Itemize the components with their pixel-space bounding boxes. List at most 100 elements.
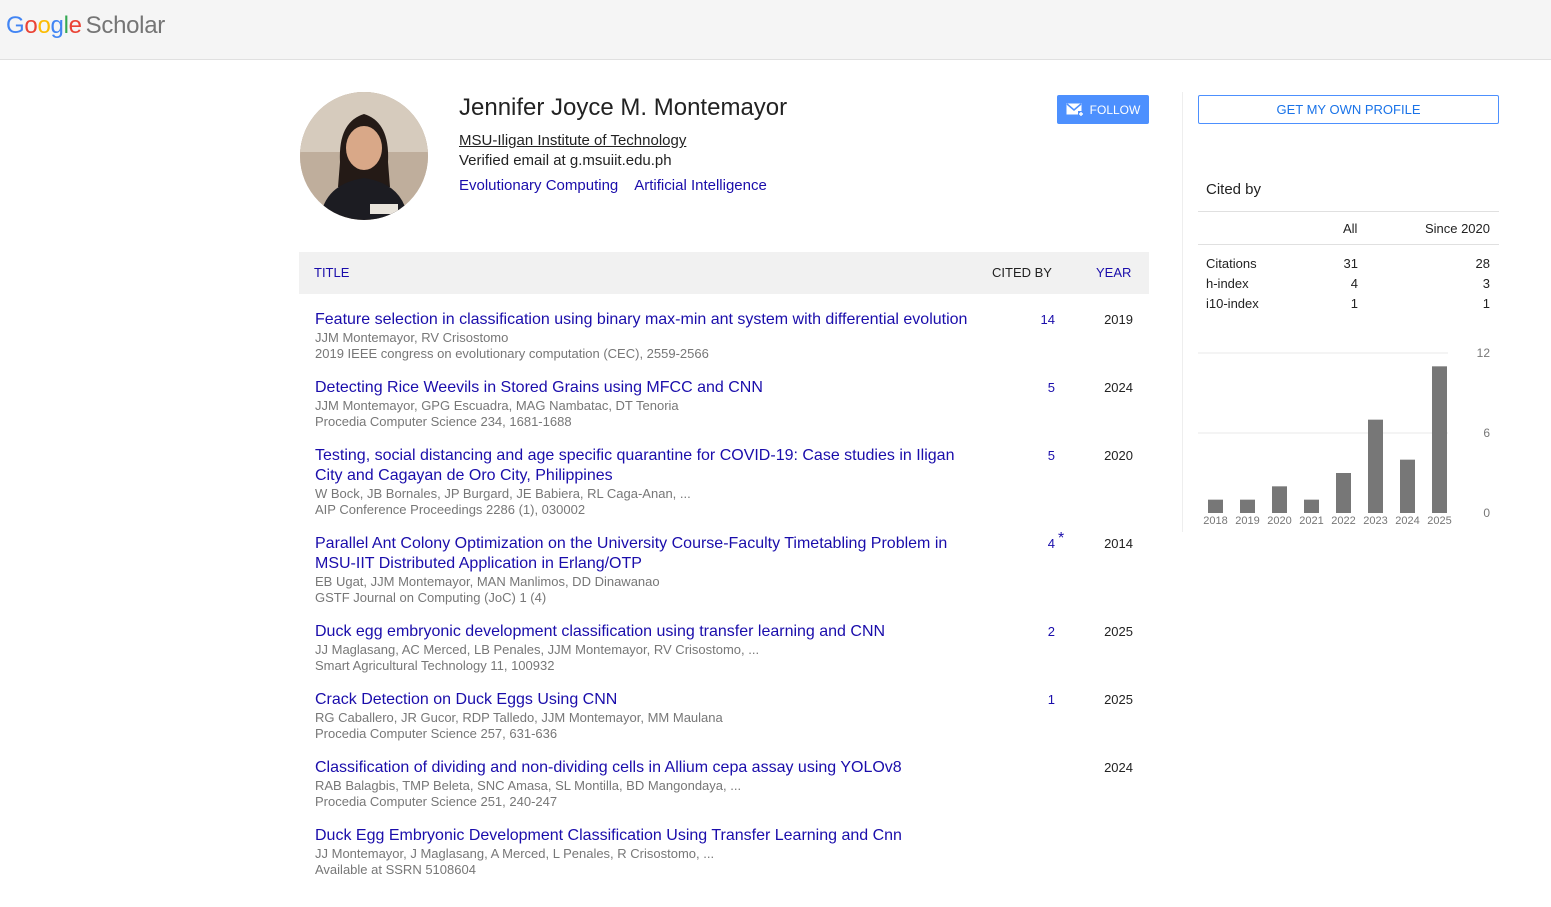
metric-label[interactable]: h-index [1206,276,1249,291]
profile-email: Verified email at g.msuiit.edu.ph [459,152,672,169]
metric-row: i10-index 1 1 [1198,294,1499,314]
chart-xtick-label: 2024 [1395,515,1419,527]
sort-by-cited[interactable]: CITED BY [992,265,1052,280]
metric-label[interactable]: Citations [1206,256,1257,271]
research-interests: Evolutionary Computing Artificial Intelli… [459,177,783,194]
article-title-link[interactable]: Parallel Ant Colony Optimization on the … [315,534,970,574]
get-my-own-profile-button[interactable]: GET MY OWN PROFILE [1198,95,1499,124]
article-authors: W Bock, JB Bornales, JP Burgard, JE Babi… [315,486,691,501]
article-title-link[interactable]: Feature selection in classification usin… [315,310,970,330]
col-since: Since 2020 [1424,221,1490,236]
citation-metrics-table: All Since 2020 Citations 31 28 h-index 4… [1198,211,1499,314]
chart-xtick-label: 2018 [1203,515,1227,527]
articles-table-header: TITLE CITED BY YEAR [299,252,1149,294]
article-row: Feature selection in classification usin… [315,310,1149,362]
article-title-link[interactable]: Duck Egg Embryonic Development Classific… [315,826,970,846]
interest-link[interactable]: Artificial Intelligence [634,177,767,194]
article-year: 2025 [1104,624,1133,639]
article-row: Crack Detection on Duck Eggs Using CNN R… [315,690,1149,742]
article-title-link[interactable]: Detecting Rice Weevils in Stored Grains … [315,378,970,398]
article-row: Testing, social distancing and age speci… [315,446,1149,518]
metric-all: 31 [1343,256,1358,271]
article-venue: GSTF Journal on Computing (JoC) 1 (4) [315,590,547,605]
chart-xtick-label: 2020 [1267,515,1291,527]
article-year: 2020 [1104,448,1133,463]
chart-bar-2022[interactable] [1336,473,1351,513]
article-venue: 2019 IEEE congress on evolutionary compu… [315,346,709,361]
profile-affiliation-link[interactable]: MSU-Iligan Institute of Technology [459,132,686,149]
profile-name: Jennifer Joyce M. Montemayor [459,94,788,121]
article-cited-count[interactable]: 5 [1015,448,1055,463]
article-row: Parallel Ant Colony Optimization on the … [315,530,1149,606]
article-row: Duck Egg Embryonic Development Classific… [315,826,1149,878]
metric-all: 4 [1350,276,1358,291]
article-row: Detecting Rice Weevils in Stored Grains … [315,378,1149,430]
metric-row: h-index 4 3 [1198,274,1499,294]
article-venue: Procedia Computer Science 257, 631-636 [315,726,558,741]
metric-since: 28 [1475,256,1490,271]
top-bar: Google Scholar [0,0,1551,60]
chart-bar-2025[interactable] [1432,366,1447,513]
article-authors: JJM Montemayor, RV Crisostomo [315,330,509,345]
metrics-header: All Since 2020 [1198,212,1499,245]
article-title-link[interactable]: Duck egg embryonic development classific… [315,622,970,642]
article-cited-count[interactable]: 14 [1015,312,1055,327]
article-authors: JJ Montemayor, J Maglasang, A Merced, L … [315,846,715,861]
article-cited-count[interactable]: 2 [1015,624,1055,639]
sort-by-year[interactable]: YEAR [1096,265,1131,280]
article-title-link[interactable]: Crack Detection on Duck Eggs Using CNN [315,690,970,710]
article-cited-count[interactable]: 4 [1015,536,1055,551]
article-authors: RG Caballero, JR Gucor, RDP Talledo, JJM… [315,710,723,725]
cited-by-heading: Cited by [1206,181,1262,198]
chart-bar-2024[interactable] [1400,459,1415,513]
merged-citations-star[interactable]: * [1058,530,1064,548]
article-cited-count[interactable]: 5 [1015,380,1055,395]
article-venue: Procedia Computer Science 234, 1681-1688 [315,414,572,429]
chart-bar-2020[interactable] [1272,486,1287,513]
col-all: All [1343,221,1358,236]
article-authors: EB Ugat, JJM Montemayor, MAN Manlimos, D… [315,574,660,589]
follow-button[interactable]: FOLLOW [1057,95,1149,124]
citations-per-year-chart: 12 6 0 2018 2019 2020 2021 2022 2023 2024 2025 [1198,346,1491,527]
article-venue: Available at SSRN 5108604 [315,862,476,877]
article-row: Classification of dividing and non-divid… [315,758,1149,810]
article-venue: Procedia Computer Science 251, 240-247 [315,794,558,809]
chart-xtick-label: 2025 [1427,515,1451,527]
article-venue: AIP Conference Proceedings 2286 (1), 030… [315,502,586,517]
article-title-link[interactable]: Testing, social distancing and age speci… [315,446,970,486]
chart-xtick-label: 2021 [1299,515,1323,527]
chart-ytick-label: 0 [1483,506,1490,520]
metric-since: 3 [1482,276,1490,291]
article-year: 2024 [1104,380,1133,395]
chart-ytick-label: 6 [1483,426,1490,440]
article-venue: Smart Agricultural Technology 11, 100932 [315,658,555,673]
chart-ytick-label: 12 [1477,346,1491,360]
article-cited-count[interactable]: 1 [1015,692,1055,707]
chart-bar-2021[interactable] [1304,499,1319,513]
chart-bar-2023[interactable] [1368,419,1383,513]
metric-row: Citations 31 28 [1198,254,1499,274]
article-year: 2025 [1104,692,1133,707]
chart-bar-2018[interactable] [1208,499,1223,513]
chart-bar-2019[interactable] [1240,499,1255,513]
article-title-link[interactable]: Classification of dividing and non-divid… [315,758,970,778]
metric-all: 1 [1350,296,1358,311]
article-year: 2014 [1104,536,1133,551]
chart-xtick-label: 2022 [1331,515,1355,527]
sort-by-title[interactable]: TITLE [314,265,349,280]
interest-link[interactable]: Evolutionary Computing [459,177,618,194]
metric-label[interactable]: i10-index [1206,296,1259,311]
google-scholar-logo[interactable]: Google Scholar [6,12,165,40]
article-authors: JJM Montemayor, GPG Escuadra, MAG Nambat… [315,398,679,413]
profile-avatar [300,92,428,220]
article-authors: JJ Maglasang, AC Merced, LB Penales, JJM… [315,642,760,657]
article-row: Duck egg embryonic development classific… [315,622,1149,674]
column-divider [1182,92,1183,532]
chart-xtick-label: 2019 [1235,515,1259,527]
mail-icon [1066,102,1084,117]
chart-xtick-label: 2023 [1363,515,1387,527]
article-year: 2019 [1104,312,1133,327]
metric-since: 1 [1482,296,1490,311]
article-authors: RAB Balagbis, TMP Beleta, SNC Amasa, SL … [315,778,742,793]
article-year: 2024 [1104,760,1133,775]
